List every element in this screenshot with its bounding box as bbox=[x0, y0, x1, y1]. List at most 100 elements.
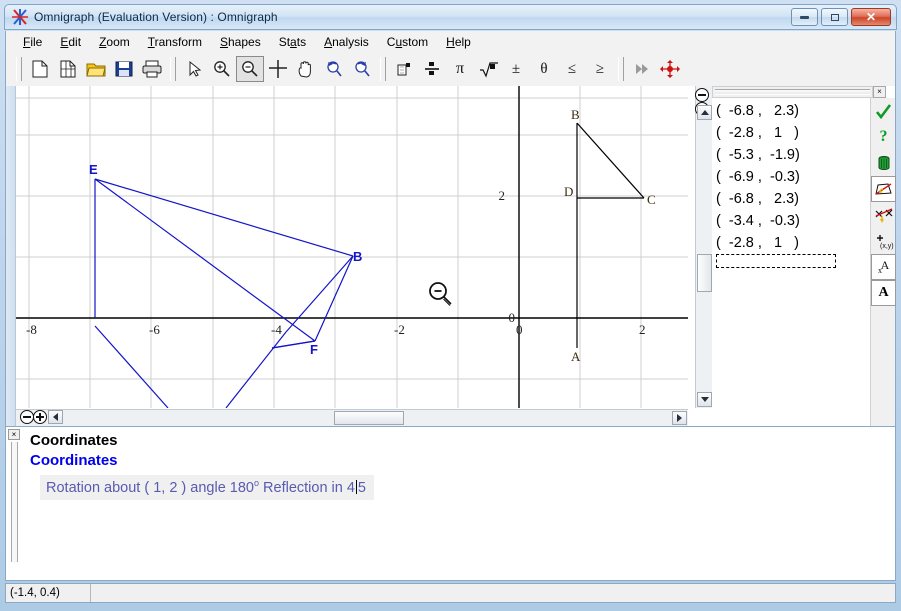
coordinate-row[interactable]: ( -6.8 , 2.3) bbox=[716, 100, 844, 122]
move-target-icon[interactable] bbox=[656, 56, 684, 82]
new-file-icon[interactable] bbox=[26, 56, 54, 82]
transformation-formula[interactable]: Rotation about ( 1, 2 ) angle 180o Refle… bbox=[40, 475, 374, 500]
minimize-button[interactable] bbox=[791, 8, 818, 26]
formula-suffix: 5 bbox=[357, 479, 366, 496]
scroll-down-button[interactable] bbox=[697, 392, 712, 407]
coordinate-row[interactable]: ( -3.4 , -0.3) bbox=[716, 210, 844, 232]
output-text-panel: × Coordinates Coordinates Rotation about… bbox=[5, 426, 896, 581]
theta-icon[interactable]: θ bbox=[530, 56, 558, 82]
coordinate-row[interactable]: ( -6.9 , -0.3) bbox=[716, 166, 844, 188]
status-coordinate-readout: (-1.4, 0.4) bbox=[6, 584, 91, 602]
point-label-c-black: C bbox=[647, 192, 656, 207]
crosshair-icon[interactable] bbox=[264, 56, 292, 82]
menu-help[interactable]: Help bbox=[437, 33, 480, 51]
greater-equal-icon[interactable]: ≥ bbox=[586, 56, 614, 82]
graph-svg: -8 -6 -4 -2 0 2 2 0 B C D A E B F bbox=[16, 86, 688, 408]
maximize-button[interactable] bbox=[821, 8, 848, 26]
x-tick-label: -8 bbox=[26, 322, 37, 337]
output-heading-blue[interactable]: Coordinates bbox=[30, 451, 893, 471]
shape-rotate-icon[interactable] bbox=[871, 176, 896, 202]
main-toolbar: π ± θ ≤ ≥ bbox=[5, 52, 896, 86]
menu-shapes[interactable]: Shapes bbox=[211, 33, 270, 51]
output-panel-gutter: × bbox=[6, 427, 28, 580]
point-label-b-blue: B bbox=[353, 249, 362, 264]
output-panel-close-icon[interactable]: × bbox=[8, 429, 20, 440]
menu-custom[interactable]: Custom bbox=[378, 33, 437, 51]
y-tick-label: 2 bbox=[499, 188, 506, 203]
menu-stats[interactable]: Stats bbox=[270, 33, 315, 51]
app-window: Omnigraph (Evaluation Version) : Omnigra… bbox=[0, 0, 901, 611]
zoom-in-circle-bottom[interactable] bbox=[33, 410, 47, 424]
coordinate-row[interactable]: ( -2.8 , 1 ) bbox=[716, 232, 844, 254]
window-buttons: ✕ bbox=[791, 8, 891, 26]
coordinate-edit-row[interactable] bbox=[716, 254, 836, 268]
zoom-in-icon[interactable] bbox=[208, 56, 236, 82]
x-tick-label: -6 bbox=[149, 322, 160, 337]
confirm-check-icon[interactable] bbox=[871, 98, 896, 124]
point-label-a-black: A bbox=[571, 349, 581, 364]
pan-hand-icon[interactable] bbox=[292, 56, 320, 82]
graph-vertical-scrollbar[interactable] bbox=[695, 86, 712, 408]
scroll-left-button[interactable] bbox=[48, 410, 63, 424]
cross-points-icon[interactable] bbox=[871, 202, 896, 228]
delete-bin-icon[interactable] bbox=[871, 150, 896, 176]
text-tool-icon[interactable]: A bbox=[871, 280, 896, 306]
menu-zoom[interactable]: Zoom bbox=[90, 33, 139, 51]
vertical-scroll-thumb[interactable] bbox=[697, 254, 712, 292]
toolbar-grip-2[interactable] bbox=[170, 57, 176, 81]
coordinate-row[interactable]: ( -6.8 , 2.3) bbox=[716, 188, 844, 210]
superscript-icon[interactable] bbox=[390, 56, 418, 82]
plus-minus-icon[interactable]: ± bbox=[502, 56, 530, 82]
window-titlebar: Omnigraph (Evaluation Version) : Omnigra… bbox=[4, 4, 897, 30]
zoom-out-circle[interactable] bbox=[695, 88, 709, 102]
toolbar-grip[interactable] bbox=[16, 57, 22, 81]
statusbar: (-1.4, 0.4) bbox=[5, 583, 896, 603]
fraction-icon[interactable] bbox=[418, 56, 446, 82]
help-question-icon[interactable]: ? bbox=[871, 124, 896, 150]
coordinate-row[interactable]: ( -2.8 , 1 ) bbox=[716, 122, 844, 144]
open-folder-icon[interactable] bbox=[82, 56, 110, 82]
coordinates-panel-titlebar[interactable] bbox=[712, 86, 873, 98]
formula-prefix: Rotation about ( 1, 2 ) angle 180 bbox=[46, 479, 254, 496]
graph-plot-area[interactable]: -8 -6 -4 -2 0 2 2 0 B C D A E B F bbox=[16, 86, 688, 408]
print-icon[interactable] bbox=[138, 56, 166, 82]
save-icon[interactable] bbox=[110, 56, 138, 82]
zoom-out-icon[interactable] bbox=[236, 56, 264, 82]
new-graph-icon[interactable] bbox=[54, 56, 82, 82]
undo-zoom-icon[interactable] bbox=[320, 56, 348, 82]
less-equal-icon[interactable]: ≤ bbox=[558, 56, 586, 82]
horizontal-scroll-thumb[interactable] bbox=[334, 411, 404, 425]
coordinates-panel: × ( -6.8 , 2.3) ( -2.8 , 1 ) ( -5.3 , -1… bbox=[712, 86, 896, 426]
x-tick-label: -2 bbox=[394, 322, 405, 337]
y-tick-label: 0 bbox=[509, 310, 516, 325]
add-coordinate-icon[interactable]: (x,y) bbox=[871, 228, 896, 254]
text-caret bbox=[355, 479, 357, 494]
coordinates-list[interactable]: ( -6.8 , 2.3) ( -2.8 , 1 ) ( -5.3 , -1.9… bbox=[716, 100, 844, 254]
menu-edit[interactable]: Edit bbox=[51, 33, 90, 51]
output-heading-black: Coordinates bbox=[30, 432, 118, 449]
menu-analysis[interactable]: Analysis bbox=[315, 33, 378, 51]
point-label-e-blue: E bbox=[89, 162, 98, 177]
scroll-up-button[interactable] bbox=[697, 105, 712, 120]
menu-transform[interactable]: Transform bbox=[139, 33, 211, 51]
fast-forward-icon[interactable] bbox=[628, 56, 656, 82]
pi-icon[interactable]: π bbox=[446, 56, 474, 82]
coordinates-panel-close-icon[interactable]: × bbox=[873, 86, 886, 98]
output-panel-body: Coordinates Coordinates Rotation about (… bbox=[30, 431, 893, 578]
scroll-right-button[interactable] bbox=[672, 411, 687, 425]
label-point-icon[interactable]: A x bbox=[871, 254, 896, 280]
select-arrow-icon[interactable] bbox=[180, 56, 208, 82]
menu-file[interactable]: File bbox=[14, 33, 51, 51]
redo-zoom-icon[interactable] bbox=[348, 56, 376, 82]
formula-mid: Reflection in 4 bbox=[259, 479, 355, 496]
x-tick-label: -4 bbox=[271, 322, 282, 337]
close-button[interactable]: ✕ bbox=[851, 8, 891, 26]
zoom-out-circle-bottom[interactable] bbox=[20, 410, 34, 424]
output-panel-rail[interactable] bbox=[11, 442, 18, 562]
graph-horizontal-scrollbar[interactable] bbox=[16, 409, 688, 426]
zoom-out-cursor bbox=[429, 282, 452, 306]
coordinate-row[interactable]: ( -5.3 , -1.9) bbox=[716, 144, 844, 166]
toolbar-grip-3[interactable] bbox=[380, 57, 386, 81]
sqrt-icon[interactable] bbox=[474, 56, 502, 82]
toolbar-grip-4[interactable] bbox=[618, 57, 624, 81]
